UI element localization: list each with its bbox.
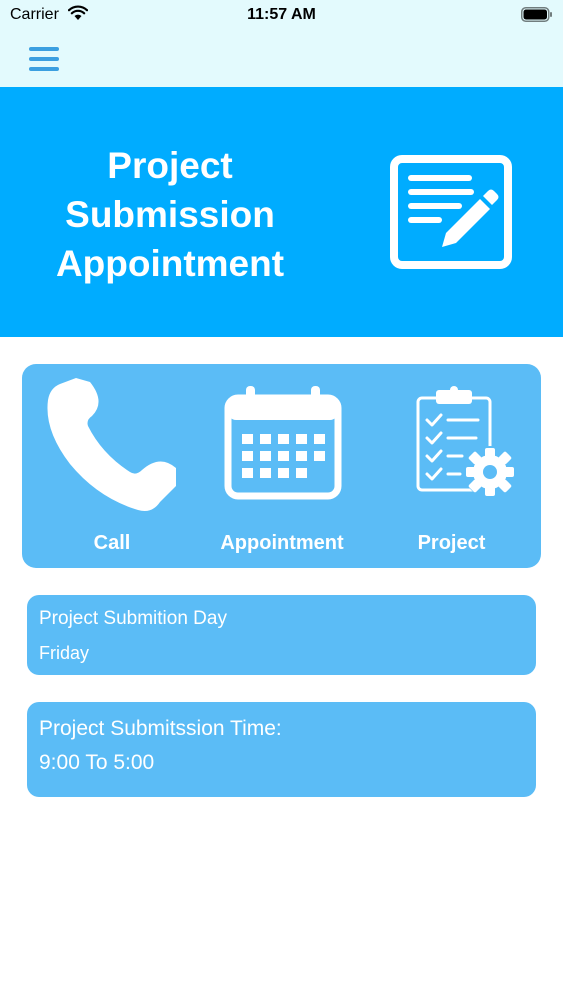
phone-icon bbox=[47, 378, 176, 511]
call-label: Call bbox=[93, 532, 131, 554]
status-bar: Carrier 11:57 AM bbox=[0, 0, 563, 30]
page-title: Project Submission Appointment bbox=[55, 145, 285, 284]
quick-actions-panel: Call Appointment Project bbox=[22, 364, 541, 568]
submission-day-label: Project Submition Day bbox=[39, 608, 227, 629]
project-button[interactable]: Project bbox=[362, 364, 541, 568]
status-time: 11:57 AM bbox=[247, 6, 316, 23]
project-label: Project bbox=[417, 532, 486, 554]
submission-time-label: Project Submitssion Time: bbox=[39, 717, 282, 740]
hamburger-menu-icon[interactable] bbox=[28, 46, 60, 72]
call-button[interactable]: Call bbox=[22, 364, 202, 568]
navigation-bar bbox=[0, 30, 563, 87]
edit-document-icon bbox=[390, 155, 512, 269]
appointment-button[interactable]: Appointment bbox=[202, 364, 362, 568]
submission-time-value: 9:00 To 5:00 bbox=[39, 751, 155, 774]
calendar-icon bbox=[224, 386, 342, 500]
header-banner: Project Submission Appointment bbox=[0, 87, 563, 337]
appointment-label: Appointment bbox=[220, 532, 344, 554]
submission-time-card: Project Submitssion Time: 9:00 To 5:00 bbox=[27, 702, 536, 797]
submission-day-card: Project Submition Day Friday bbox=[27, 595, 536, 675]
battery-icon bbox=[521, 7, 552, 22]
clipboard-settings-icon bbox=[416, 386, 516, 498]
submission-day-value: Friday bbox=[39, 643, 90, 663]
